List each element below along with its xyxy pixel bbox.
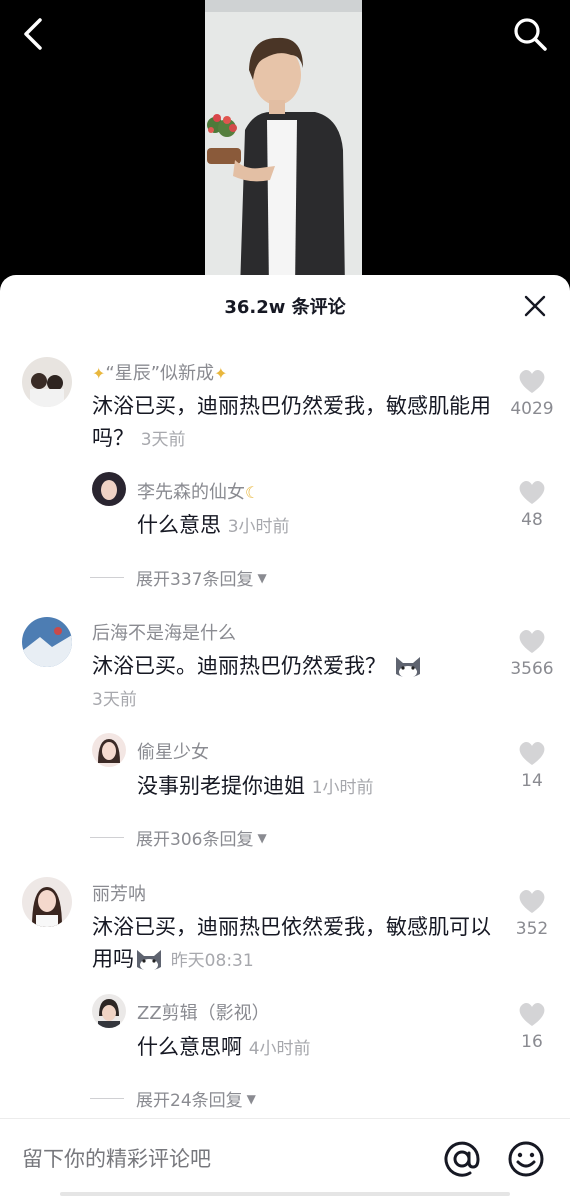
reply-like-button[interactable]: 48	[502, 478, 562, 530]
search-icon	[514, 18, 547, 51]
comment-input-bar: 留下你的精彩评论吧	[0, 1118, 570, 1201]
comment-username[interactable]: ✦“星辰”似新成✦	[92, 359, 227, 385]
comment-username[interactable]: 丽芳呐	[92, 880, 146, 906]
like-button[interactable]: 352	[502, 887, 562, 939]
comment-time: 3天前	[140, 430, 186, 450]
video-player[interactable]	[0, 0, 570, 290]
sparkle-icon: ✦	[92, 364, 106, 383]
video-person-image	[205, 0, 362, 290]
reply-text[interactable]: 什么意思啊 4小时前	[137, 1031, 537, 1065]
like-button[interactable]: 3566	[502, 627, 562, 679]
comment-count-title: 36.2w 条评论	[224, 297, 346, 318]
moon-icon: ☾	[245, 483, 260, 502]
comment-username[interactable]: 后海不是海是什么	[92, 619, 236, 645]
like-count: 3566	[510, 659, 554, 679]
heart-icon	[519, 742, 545, 765]
sparkle-icon: ✦	[214, 364, 228, 383]
like-count: 14	[521, 771, 543, 791]
comment-text[interactable]: 沐浴已买，迪丽热巴依然爱我，敏感肌可以用吗 昨天08:31	[92, 911, 492, 977]
like-count: 48	[521, 510, 543, 530]
reply-avatar[interactable]	[92, 994, 126, 1028]
emoji-icon	[508, 1141, 544, 1177]
heart-icon	[519, 481, 545, 504]
husky-emoji-icon	[395, 657, 420, 678]
like-button[interactable]: 4029	[502, 367, 562, 419]
divider	[90, 837, 124, 838]
like-count: 4029	[510, 399, 554, 419]
chevron-down-icon: ▼	[257, 570, 267, 585]
reply-avatar[interactable]	[92, 472, 126, 506]
video-frame	[205, 0, 362, 290]
close-button[interactable]	[522, 293, 548, 319]
husky-emoji-icon	[137, 950, 161, 971]
at-icon	[444, 1141, 480, 1177]
comment-text[interactable]: 沐浴已买，迪丽热巴仍然爱我，敏感肌能用吗？ 3天前	[92, 390, 492, 456]
divider	[90, 1098, 124, 1099]
mention-button[interactable]	[442, 1139, 482, 1179]
chevron-down-icon: ▼	[246, 1091, 256, 1106]
reply-text[interactable]: 什么意思 3小时前	[137, 509, 537, 543]
close-icon	[524, 295, 546, 317]
home-indicator	[60, 1192, 510, 1196]
comment-input[interactable]: 留下你的精彩评论吧	[22, 1143, 211, 1173]
back-button[interactable]	[20, 16, 52, 52]
commenter-avatar[interactable]	[22, 357, 72, 407]
commenter-avatar[interactable]	[22, 617, 72, 667]
heart-icon	[519, 370, 545, 393]
reply-avatar[interactable]	[92, 733, 126, 767]
reply-username[interactable]: ZZ剪辑（影视）	[137, 999, 270, 1025]
heart-icon	[519, 1003, 545, 1026]
like-count: 16	[521, 1032, 543, 1052]
chevron-left-icon	[24, 18, 42, 50]
expand-replies-button[interactable]: 展开24条回复 ▼	[90, 1086, 256, 1111]
heart-icon	[519, 890, 545, 913]
reply-username[interactable]: 李先森的仙女☾	[137, 478, 259, 504]
expand-replies-button[interactable]: 展开337条回复 ▼	[90, 565, 267, 590]
commenter-avatar[interactable]	[22, 877, 72, 927]
comment-text[interactable]: 沐浴已买。迪丽热巴仍然爱我？ 3天前	[92, 650, 492, 716]
divider	[90, 577, 124, 578]
search-button[interactable]	[510, 14, 550, 54]
expand-replies-button[interactable]: 展开306条回复 ▼	[90, 825, 267, 850]
emoji-button[interactable]	[506, 1139, 546, 1179]
reply-time: 3小时前	[227, 517, 290, 537]
reply-time: 1小时前	[311, 778, 374, 798]
heart-icon	[519, 630, 545, 653]
comment-time: 昨天08:31	[170, 951, 254, 971]
comment-time: 3天前	[92, 690, 137, 710]
comments-sheet: 36.2w 条评论 ✦“星辰”似新成✦ 沐浴已买，迪丽热巴仍然爱我，敏感肌能用吗…	[0, 275, 570, 1200]
reply-username[interactable]: 偷星少女	[137, 738, 209, 764]
chevron-down-icon: ▼	[257, 830, 267, 845]
reply-text[interactable]: 没事别老提你迪姐 1小时前	[137, 770, 537, 804]
like-count: 352	[515, 919, 549, 939]
reply-like-button[interactable]: 16	[502, 1000, 562, 1052]
reply-time: 4小时前	[248, 1039, 311, 1059]
reply-like-button[interactable]: 14	[502, 739, 562, 791]
